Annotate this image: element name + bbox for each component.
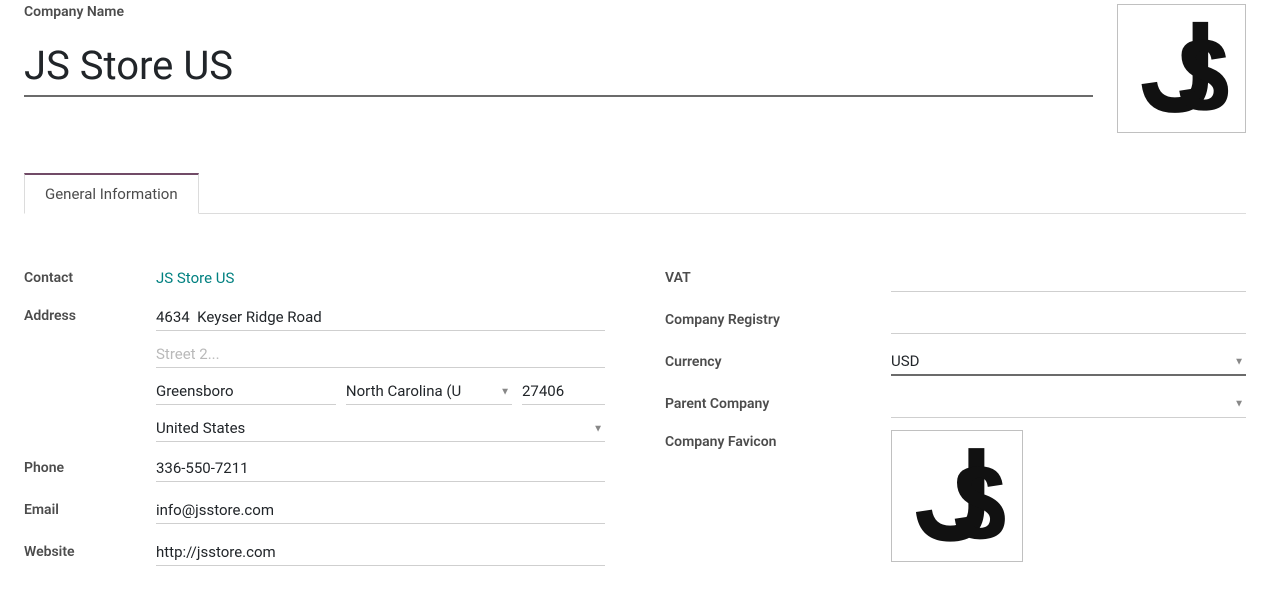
company-name-input[interactable] — [24, 34, 1093, 97]
country-select[interactable] — [156, 415, 605, 442]
company-favicon-label: Company Favicon — [665, 430, 891, 450]
phone-label: Phone — [24, 460, 156, 476]
company-name-label: Company Name — [24, 4, 1093, 20]
vat-input[interactable] — [891, 265, 1246, 292]
tab-general-information[interactable]: General Information — [24, 173, 199, 214]
contact-link[interactable]: JS Store US — [156, 269, 234, 287]
js-logo-icon — [1126, 13, 1237, 124]
company-favicon-upload[interactable] — [891, 430, 1023, 562]
company-registry-input[interactable] — [891, 307, 1246, 334]
contact-label: Contact — [24, 270, 156, 286]
city-input[interactable] — [156, 378, 336, 405]
address-label: Address — [24, 304, 156, 324]
website-label: Website — [24, 544, 156, 560]
phone-input[interactable] — [156, 455, 605, 482]
parent-company-select[interactable] — [891, 391, 1246, 418]
email-input[interactable] — [156, 497, 605, 524]
parent-company-label: Parent Company — [665, 396, 891, 412]
website-input[interactable] — [156, 539, 605, 566]
email-label: Email — [24, 502, 156, 518]
state-select[interactable] — [346, 378, 512, 405]
tab-bar: General Information — [24, 173, 1246, 214]
currency-label: Currency — [665, 354, 891, 370]
street1-input[interactable] — [156, 304, 605, 331]
zip-input[interactable] — [522, 378, 605, 405]
currency-select[interactable] — [891, 348, 1246, 376]
vat-label: VAT — [665, 270, 891, 286]
street2-input[interactable] — [156, 341, 605, 368]
company-logo-upload[interactable] — [1117, 4, 1246, 133]
js-favicon-icon — [900, 439, 1014, 553]
company-registry-label: Company Registry — [665, 312, 891, 328]
